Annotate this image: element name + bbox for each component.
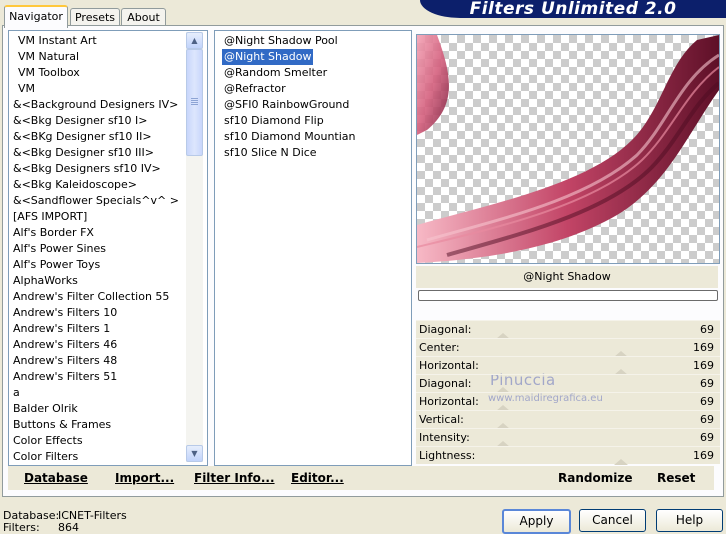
- scroll-down-button[interactable]: ▼: [186, 445, 203, 462]
- slider-row[interactable]: Intensity: 69: [416, 428, 720, 447]
- preview-canvas: [416, 34, 720, 264]
- randomize-button[interactable]: Randomize: [558, 471, 632, 485]
- slider-row[interactable]: Diagonal: 69: [416, 374, 720, 393]
- apply-button[interactable]: Apply: [502, 509, 571, 534]
- reset-button[interactable]: Reset: [657, 471, 695, 485]
- scroll-thumb[interactable]: [186, 49, 203, 156]
- help-button[interactable]: Help: [656, 509, 723, 532]
- grip-icon: [191, 98, 198, 106]
- category-item[interactable]: &<Bkg Kaleidoscope>: [13, 177, 137, 193]
- category-item[interactable]: &<Sandflower Specials^v^ >: [13, 193, 179, 209]
- slider-row[interactable]: Horizontal: 169: [416, 356, 720, 375]
- slider-row[interactable]: Vertical: 69: [416, 410, 720, 429]
- category-item[interactable]: Andrew's Filters 10: [13, 305, 117, 321]
- slider-label: Diagonal:: [419, 377, 472, 390]
- filter-item[interactable]: sf10 Diamond Flip: [222, 113, 326, 129]
- slider-label: Horizontal:: [419, 359, 479, 372]
- slider-value: 169: [693, 341, 714, 354]
- category-item[interactable]: Andrew's Filters 1: [13, 321, 110, 337]
- progress-bar: [418, 290, 718, 301]
- slider-value: 169: [693, 449, 714, 462]
- slider-row[interactable]: Center: 169: [416, 338, 720, 357]
- slider-row[interactable]: Lightness: 169: [416, 446, 720, 465]
- import-link[interactable]: Import...: [115, 471, 174, 485]
- slider-label: Intensity:: [419, 431, 470, 444]
- filter-item[interactable]: sf10 Slice N Dice: [222, 145, 319, 161]
- slider-label: Lightness:: [419, 449, 476, 462]
- category-item[interactable]: &<Bkg Designer sf10 I>: [13, 113, 148, 129]
- category-item[interactable]: Andrew's Filter Collection 55: [13, 289, 169, 305]
- app-title-banner: Filters Unlimited 2.0: [420, 0, 726, 18]
- category-item[interactable]: VM Toolbox: [18, 65, 80, 81]
- slider-thumb[interactable]: [614, 459, 628, 465]
- category-item[interactable]: a: [13, 385, 20, 401]
- filter-list[interactable]: @Night Shadow Pool @Night Shadow @Random S…: [214, 30, 412, 466]
- filter-info-link[interactable]: Filter Info...: [194, 471, 275, 485]
- slider-value: 169: [693, 359, 714, 372]
- slider-label: Diagonal:: [419, 323, 472, 336]
- editor-link[interactable]: Editor...: [291, 471, 344, 485]
- category-item[interactable]: Andrew's Filters 51: [13, 369, 117, 385]
- filter-name-label: @Night Shadow: [416, 266, 718, 288]
- tab-about[interactable]: About: [121, 8, 166, 26]
- category-list[interactable]: VM Instant Art VM Natural VM Toolbox VM &<Ba…: [8, 30, 208, 466]
- slider-label: Horizontal:: [419, 395, 479, 408]
- category-item[interactable]: &<Bkg Designer sf10 III>: [13, 145, 154, 161]
- category-item[interactable]: VM: [18, 81, 35, 97]
- category-item[interactable]: &<Bkg Designers sf10 IV>: [13, 161, 161, 177]
- filter-item[interactable]: @Refractor: [222, 81, 288, 97]
- filter-item[interactable]: @SFI0 RainbowGround: [222, 97, 351, 113]
- slider-value: 69: [700, 395, 714, 408]
- category-item[interactable]: Buttons & Frames: [13, 417, 111, 433]
- category-item[interactable]: Andrew's Filters 46: [13, 337, 117, 353]
- category-item[interactable]: Alf's Power Toys: [13, 257, 100, 273]
- filters-count-value: 864: [58, 521, 79, 534]
- category-item[interactable]: Alf's Border FX: [13, 225, 94, 241]
- slider-value: 69: [700, 323, 714, 336]
- tab-navigator[interactable]: Navigator: [4, 5, 68, 28]
- category-item[interactable]: AlphaWorks: [13, 273, 78, 289]
- category-item[interactable]: Andrew's Filters 48: [13, 353, 117, 369]
- filter-item[interactable]: @Night Shadow Pool: [222, 33, 340, 49]
- category-item[interactable]: Alf's Power Sines: [13, 241, 106, 257]
- category-item[interactable]: [AFS IMPORT]: [13, 209, 87, 225]
- slider-row[interactable]: Horizontal: 69: [416, 392, 720, 411]
- slider-row[interactable]: Diagonal: 69: [416, 320, 720, 339]
- category-item[interactable]: VM Natural: [18, 49, 79, 65]
- category-item[interactable]: Balder Olrik: [13, 401, 78, 417]
- database-link[interactable]: Database: [24, 471, 88, 485]
- preview-image: [417, 35, 719, 263]
- category-item[interactable]: Color Effects: [13, 433, 83, 449]
- category-item[interactable]: Color Filters: [13, 449, 78, 465]
- category-item[interactable]: &<BKg Designer sf10 II>: [13, 129, 152, 145]
- filter-item[interactable]: @Night Shadow: [220, 48, 315, 66]
- cancel-button[interactable]: Cancel: [579, 509, 646, 532]
- filter-item[interactable]: @Random Smelter: [222, 65, 329, 81]
- slider-value: 69: [700, 431, 714, 444]
- slider-label: Vertical:: [419, 413, 464, 426]
- category-scrollbar[interactable]: ▲ ▼: [186, 32, 203, 462]
- filter-item[interactable]: sf10 Diamond Mountian: [222, 129, 358, 145]
- action-link-bar: Database Import... Filter Info... Editor…: [8, 466, 714, 490]
- slider-value: 69: [700, 413, 714, 426]
- category-item[interactable]: VM Instant Art: [18, 33, 97, 49]
- slider-value: 69: [700, 377, 714, 390]
- tab-presets[interactable]: Presets: [70, 8, 120, 26]
- slider-label: Center:: [419, 341, 460, 354]
- category-item[interactable]: &<Background Designers IV>: [13, 97, 178, 113]
- filters-count-label: Filters:: [3, 521, 40, 534]
- scroll-up-button[interactable]: ▲: [186, 32, 203, 49]
